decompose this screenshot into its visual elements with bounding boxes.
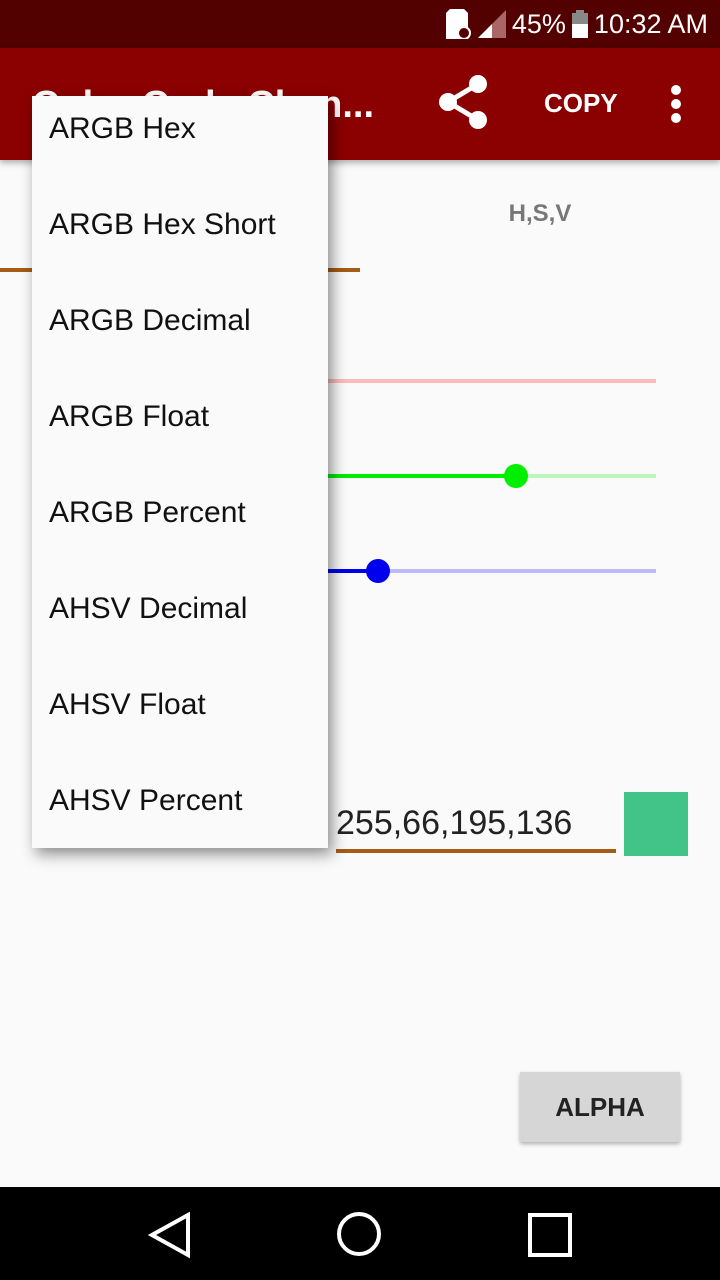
- menu-item-argb-decimal[interactable]: ARGB Decimal: [32, 288, 328, 384]
- battery-icon: [571, 10, 588, 38]
- menu-item-ahsv-decimal[interactable]: AHSV Decimal: [32, 576, 328, 672]
- share-icon[interactable]: [436, 74, 492, 130]
- back-icon[interactable]: [148, 1211, 192, 1259]
- home-icon[interactable]: [336, 1211, 382, 1257]
- green-slider-thumb[interactable]: [503, 464, 528, 488]
- tab-hsv[interactable]: H,S,V: [360, 200, 720, 228]
- recents-icon[interactable]: [528, 1213, 572, 1257]
- signal-icon: [477, 10, 506, 38]
- clock: 10:32 AM: [593, 8, 708, 39]
- menu-item-argb-hex-short[interactable]: ARGB Hex Short: [32, 192, 328, 288]
- menu-item-argb-percent[interactable]: ARGB Percent: [32, 480, 328, 576]
- sd-card-error-icon: [445, 9, 471, 39]
- color-swatch: [624, 792, 688, 856]
- menu-item-ahsv-percent[interactable]: AHSV Percent: [32, 768, 328, 864]
- copy-button[interactable]: COPY: [544, 88, 618, 119]
- color-value-field[interactable]: 255,66,195,136: [336, 804, 616, 853]
- menu-item-ahsv-float[interactable]: AHSV Float: [32, 672, 328, 768]
- navigation-bar: [0, 1187, 720, 1280]
- menu-item-argb-float[interactable]: ARGB Float: [32, 384, 328, 480]
- more-options-icon[interactable]: [664, 84, 688, 124]
- alpha-button[interactable]: ALPHA: [520, 1072, 680, 1142]
- blue-slider-thumb[interactable]: [365, 559, 390, 583]
- format-dropdown-menu: ARGB Hex ARGB Hex Short ARGB Decimal ARG…: [32, 96, 328, 848]
- menu-item-argb-hex[interactable]: ARGB Hex: [32, 96, 328, 192]
- status-bar: 45% 10:32 AM: [0, 0, 720, 48]
- battery-percent: 45%: [511, 8, 566, 39]
